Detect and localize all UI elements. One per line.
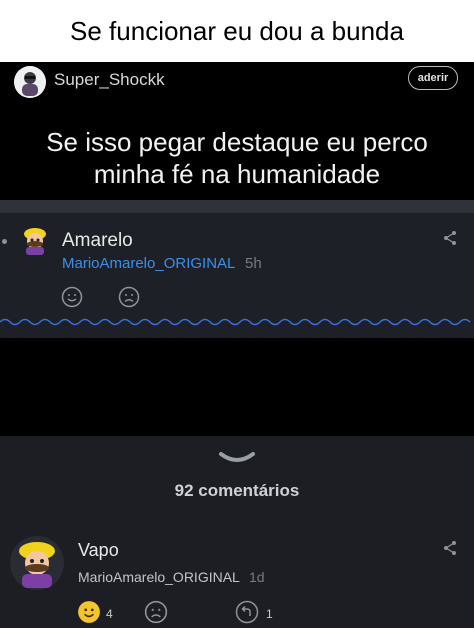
comments-section: 92 comentários Vapo MarioAmarelo_ORIGINA… [0,436,474,628]
share-icon[interactable] [442,230,458,246]
sad-icon[interactable] [144,600,168,624]
smile-icon[interactable] [61,286,83,308]
comment-time: 1d [249,569,265,585]
thread-dot [2,239,7,244]
user-avatar[interactable] [14,66,46,98]
blank-area [0,338,474,436]
meme-caption: Se funcionar eu dou a bunda [70,15,404,46]
comment-author-name[interactable]: Vapo [78,540,119,561]
reply-count: 1 [266,607,273,621]
sad-icon[interactable] [118,286,140,308]
comment-author-username[interactable]: MarioAmarelo_ORIGINAL [78,569,240,585]
post-text-line-2: minha fé na humanidade [93,159,381,189]
commenter-avatar[interactable] [20,225,50,255]
comment-author-username[interactable]: MarioAmarelo_ORIGINAL [62,255,235,272]
reply-icon[interactable] [235,600,259,624]
post-username[interactable]: Super_Shockk [54,70,165,90]
divider-strip [0,200,474,213]
commenter-avatar[interactable] [10,536,64,590]
comment-author-name[interactable]: Amarelo [62,230,133,252]
meme-caption-banner: Se funcionar eu dou a bunda [0,0,474,62]
smile-icon[interactable] [77,600,101,624]
like-count: 4 [106,607,113,621]
join-button[interactable]: aderir [408,66,458,90]
chevron-down-icon[interactable] [217,448,257,468]
post-text: Se isso pegar destaque eu perco minha fé… [0,126,474,190]
post-card: Super_Shockk aderir Se isso pegar destaq… [0,62,474,200]
comment-time: 5h [245,255,262,272]
comment-item: Amarelo MarioAmarelo_ORIGINAL 5h [0,213,474,338]
post-text-line-1: Se isso pegar destaque eu perco [46,127,428,157]
share-icon[interactable] [442,540,458,556]
spellcheck-squiggle [0,318,471,326]
comments-count: 92 comentários [174,481,300,500]
